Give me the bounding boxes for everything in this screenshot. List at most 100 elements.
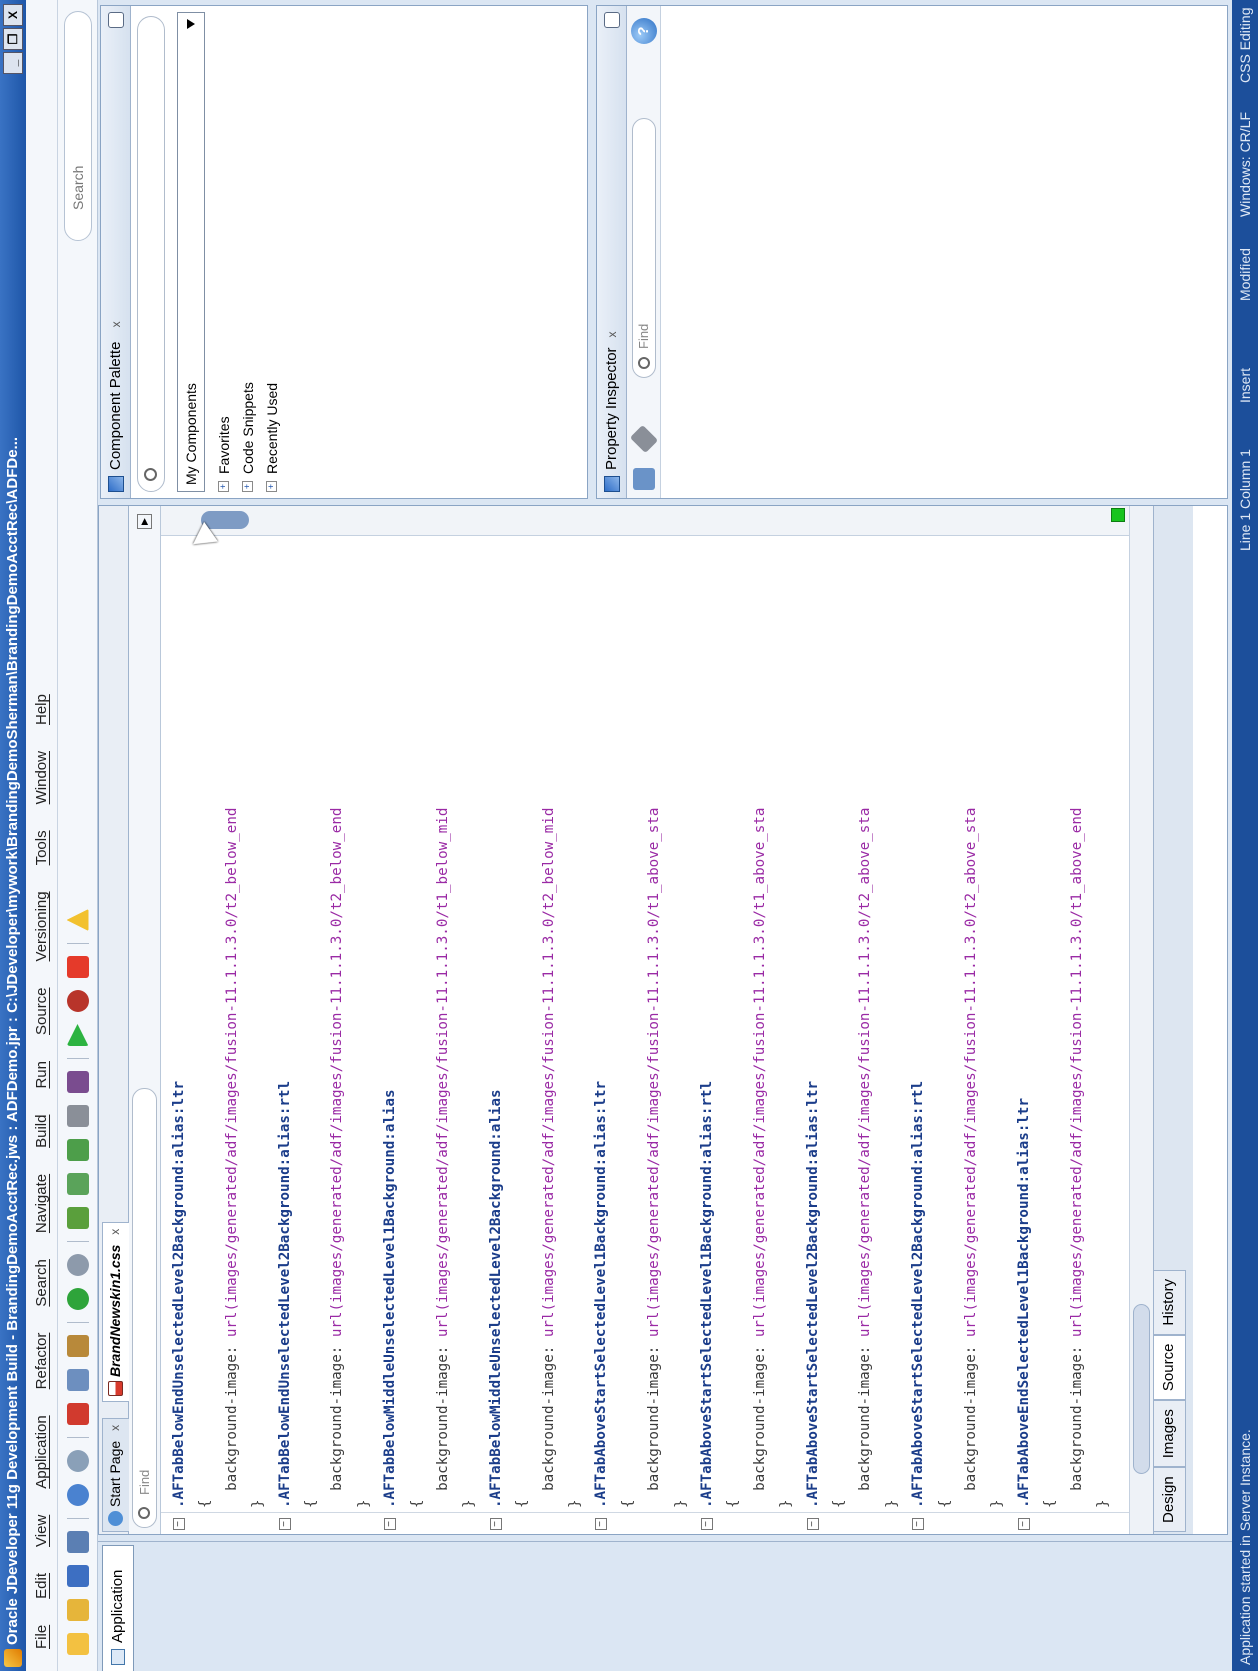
css-declaration-line[interactable]: background-image: url(images/generated/a…: [750, 808, 770, 1508]
menu-edit[interactable]: Edit: [33, 1573, 50, 1599]
debug-icon[interactable]: [66, 990, 89, 1012]
close-tab-icon[interactable]: x: [103, 1425, 128, 1431]
hscroll-thumb[interactable]: [1133, 1304, 1150, 1474]
sql-icon[interactable]: [66, 1207, 89, 1229]
css-brace-line[interactable]: {: [301, 1499, 321, 1508]
maximize-button[interactable]: ❐: [3, 28, 23, 50]
global-search[interactable]: Search: [64, 11, 92, 241]
code-area[interactable]: .AFTabBelowEndUnselectedLevel2Background…: [161, 548, 1129, 1508]
css-declaration-line[interactable]: background-image: url(images/generated/a…: [433, 808, 453, 1508]
css-declaration-line[interactable]: background-image: url(images/generated/a…: [327, 808, 347, 1508]
run-icon[interactable]: [67, 1024, 89, 1046]
close-palette-icon[interactable]: x: [109, 321, 123, 327]
fold-toggle-icon[interactable]: −: [912, 1518, 925, 1530]
palette-item-code-snippets[interactable]: + Code Snippets: [237, 382, 259, 492]
fold-toggle-icon[interactable]: −: [1017, 1518, 1030, 1530]
undo-icon[interactable]: [66, 1484, 89, 1506]
expand-icon[interactable]: +: [218, 481, 229, 492]
css-brace-line[interactable]: }: [882, 1499, 902, 1508]
new-icon[interactable]: [66, 1633, 89, 1655]
copy-icon[interactable]: [66, 1369, 89, 1391]
css-declaration-line[interactable]: background-image: url(images/generated/a…: [644, 808, 664, 1508]
css-declaration-line[interactable]: background-image: url(images/generated/a…: [539, 808, 559, 1508]
css-selector-line[interactable]: .AFTabBelowMiddleUnselectedLevel1Backgro…: [380, 1089, 400, 1508]
minimize-panel-icon[interactable]: [108, 12, 124, 28]
forward-icon[interactable]: [66, 1254, 89, 1276]
css-brace-line[interactable]: }: [459, 1499, 479, 1508]
back-icon[interactable]: [66, 1288, 89, 1310]
menu-search[interactable]: Search: [33, 1259, 50, 1307]
menu-versioning[interactable]: Versioning: [33, 891, 50, 961]
make-icon[interactable]: [66, 1173, 89, 1195]
fold-toggle-icon[interactable]: −: [173, 1518, 185, 1530]
css-brace-line[interactable]: {: [512, 1499, 532, 1508]
palette-item-favorites[interactable]: + Favorites: [213, 416, 235, 492]
css-brace-line[interactable]: {: [1040, 1499, 1060, 1508]
tab-history[interactable]: History: [1154, 1269, 1186, 1335]
css-selector-line[interactable]: .AFTabAboveStartSelectedLevel1Background…: [697, 1081, 717, 1508]
css-declaration-line[interactable]: background-image: url(images/generated/a…: [855, 808, 875, 1508]
css-brace-line[interactable]: }: [671, 1499, 691, 1508]
palette-item-recently-used[interactable]: + Recently Used: [261, 383, 283, 492]
expand-icon[interactable]: +: [242, 481, 253, 492]
css-brace-line[interactable]: }: [776, 1499, 796, 1508]
css-brace-line[interactable]: }: [248, 1499, 268, 1508]
menu-navigate[interactable]: Navigate: [33, 1174, 50, 1233]
close-tab-icon[interactable]: x: [103, 1229, 128, 1235]
expand-icon[interactable]: +: [266, 481, 277, 492]
css-selector-line[interactable]: .AFTabAboveEndSelectedLevel1Background:a…: [1014, 1098, 1034, 1508]
find-input[interactable]: Find: [132, 1088, 157, 1528]
css-brace-line[interactable]: {: [407, 1499, 427, 1508]
css-declaration-line[interactable]: background-image: url(images/generated/a…: [222, 808, 242, 1508]
menu-help[interactable]: Help: [33, 694, 50, 725]
fold-toggle-icon[interactable]: −: [806, 1518, 819, 1530]
editor-menu-icon[interactable]: ▶: [137, 514, 152, 529]
css-declaration-line[interactable]: background-image: url(images/generated/a…: [961, 808, 981, 1508]
fold-toggle-icon[interactable]: −: [595, 1518, 608, 1530]
css-selector-line[interactable]: .AFTabBelowMiddleUnselectedLevel2Backgro…: [486, 1089, 506, 1508]
palette-search-input[interactable]: [137, 16, 165, 492]
deploy-icon[interactable]: [66, 1105, 89, 1127]
css-brace-line[interactable]: {: [195, 1499, 215, 1508]
tab-images[interactable]: Images: [1154, 1400, 1186, 1468]
paste-icon[interactable]: [66, 1335, 89, 1357]
css-selector-line[interactable]: .AFTabBelowEndUnselectedLevel2Background…: [169, 1081, 189, 1508]
menu-refactor[interactable]: Refactor: [33, 1333, 50, 1390]
palette-page-select[interactable]: My Components: [177, 12, 205, 492]
minimize-panel-icon[interactable]: [604, 12, 620, 28]
tab-design[interactable]: Design: [1154, 1467, 1186, 1532]
css-declaration-line[interactable]: background-image: url(images/generated/a…: [1067, 808, 1087, 1508]
fold-toggle-icon[interactable]: −: [278, 1518, 291, 1530]
save-all-icon[interactable]: [66, 1531, 89, 1553]
menu-view[interactable]: View: [33, 1515, 50, 1547]
css-brace-line[interactable]: }: [987, 1499, 1007, 1508]
fold-toggle-icon[interactable]: −: [489, 1518, 502, 1530]
rebuild-icon[interactable]: [66, 1139, 89, 1161]
css-selector-line[interactable]: .AFTabAboveStartSelectedLevel2Background…: [908, 1081, 928, 1508]
inspector-refresh-icon[interactable]: [633, 468, 655, 490]
terminate-icon[interactable]: [66, 956, 89, 978]
menu-application[interactable]: Application: [33, 1415, 50, 1488]
fold-toggle-icon[interactable]: −: [384, 1518, 397, 1530]
redo-icon[interactable]: [66, 1450, 89, 1472]
horizontal-scrollbar[interactable]: [1129, 506, 1153, 1534]
close-button[interactable]: X: [3, 4, 23, 26]
menu-window[interactable]: Window: [33, 751, 50, 804]
refactor-icon[interactable]: [66, 1071, 89, 1093]
tab-start-page[interactable]: Start Page x: [102, 1417, 129, 1532]
cut-icon[interactable]: [66, 1403, 89, 1425]
help-icon[interactable]: ?: [631, 18, 657, 44]
css-selector-line[interactable]: .AFTabBelowEndUnselectedLevel2Background…: [275, 1081, 295, 1508]
css-brace-line[interactable]: }: [565, 1499, 585, 1508]
css-brace-line[interactable]: {: [723, 1499, 743, 1508]
css-selector-line[interactable]: .AFTabAboveStartSelectedLevel1Background…: [591, 1081, 611, 1508]
warning-icon[interactable]: [67, 909, 89, 931]
menu-tools[interactable]: Tools: [33, 830, 50, 865]
css-brace-line[interactable]: }: [354, 1499, 374, 1508]
tab-brandnewskin1-css[interactable]: BrandNewskin1.css x: [102, 1221, 130, 1402]
css-brace-line[interactable]: {: [935, 1499, 955, 1508]
fold-toggle-icon[interactable]: −: [701, 1518, 713, 1530]
css-brace-line[interactable]: }: [1093, 1499, 1113, 1508]
vertical-scrollbar[interactable]: [161, 506, 1129, 536]
menu-file[interactable]: File: [33, 1625, 50, 1649]
